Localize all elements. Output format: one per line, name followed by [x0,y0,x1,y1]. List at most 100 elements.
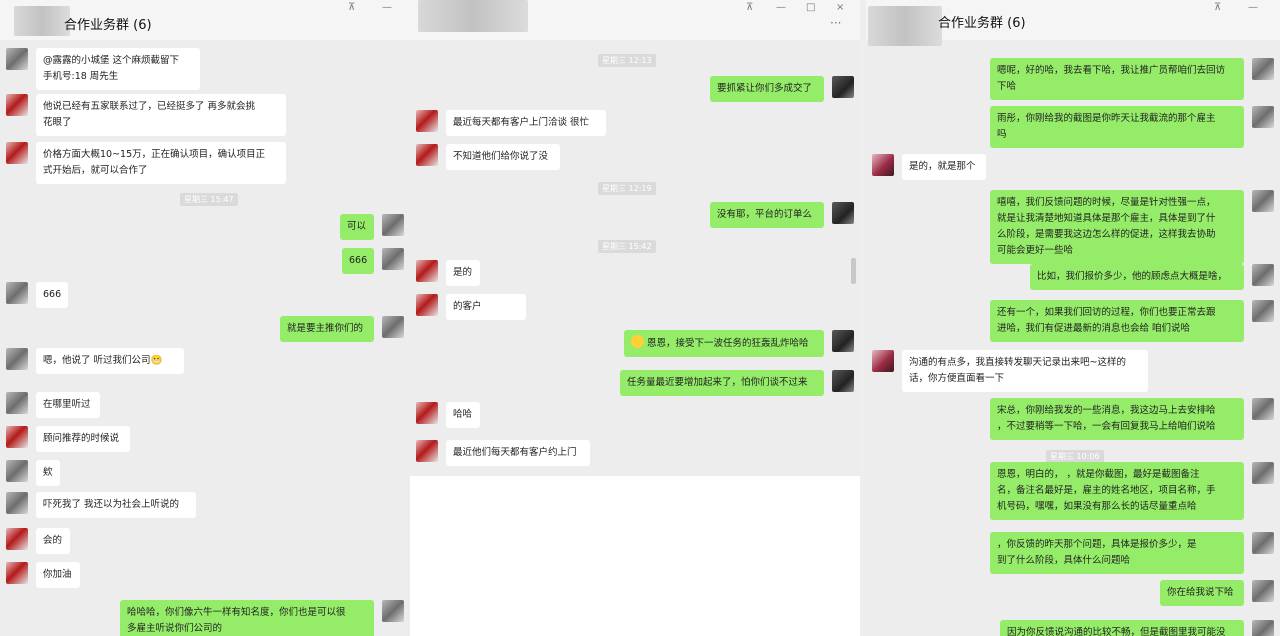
avatar[interactable] [6,282,28,304]
avatar[interactable] [416,260,438,282]
chat-title: 合作业务群 (6) [64,18,152,33]
message-bubble[interactable]: 要抓紧让你们多成交了 [710,76,824,102]
message-bubble[interactable]: 恩恩，接受下一波任务的狂轰乱炸哈哈 [624,330,824,357]
chat-title: 合作业务群 (6) [938,16,1026,31]
avatar[interactable] [6,492,28,514]
message-bubble[interactable]: 你在给我说下哈 [1160,580,1244,606]
message-bubble[interactable]: 因为你反馈说沟通的比较不畅，但是截图里我可能没 [1000,620,1244,636]
avatar[interactable] [1252,264,1274,286]
message-bubble[interactable]: 666 [342,248,374,274]
avatar[interactable] [1252,190,1274,212]
avatar[interactable] [382,248,404,270]
avatar[interactable] [1252,58,1274,80]
more-icon[interactable]: ··· [830,16,841,30]
minimize-icon[interactable]: — [382,2,392,13]
avatar[interactable] [1252,106,1274,128]
maximize-icon[interactable]: □ [806,2,815,13]
message-bubble[interactable]: 沟通的有点多，我直接转发聊天记录出来吧~这样的 话，你方便直面看一下 [902,350,1148,392]
chat-window-right: 合作业务群 (6) ⊼ — 星期三 10:06 嗯呢，好的哈，我去看下哈，我让推广… [866,0,1280,636]
message-bubble[interactable]: @露露的小城堡 这个麻烦截留下 手机号:18 周先生 [36,48,200,90]
avatar[interactable] [832,330,854,352]
avatar[interactable] [6,392,28,414]
timestamp: 星期三 15:47 [180,193,238,206]
avatar[interactable] [1252,580,1274,602]
blank-area [410,476,860,636]
avatar[interactable] [872,350,894,372]
message-bubble[interactable]: 嗯呢，好的哈，我去看下哈，我让推广员帮咱们去回访 下哈 [990,58,1244,100]
message-bubble[interactable]: 可以 [340,214,374,240]
title-bar: 合作业务群 (6) ⊼ — [0,0,410,40]
minimize-icon[interactable]: — [776,2,786,13]
pin-icon[interactable]: ⊼ [746,2,753,13]
message-bubble[interactable]: 会的 [36,528,70,554]
message-bubble[interactable]: 666 [36,282,68,308]
avatar[interactable] [872,154,894,176]
avatar[interactable] [832,76,854,98]
title-bar: 合作业务群 (6) ⊼ — [866,0,1280,46]
group-avatar-blurred [14,6,70,36]
message-bubble[interactable]: 价格方面大概10~15万，正在确认项目，确认项目正 式开始后，就可以合作了 [36,142,286,184]
avatar[interactable] [1252,532,1274,554]
avatar[interactable] [1252,620,1274,636]
minimize-icon[interactable]: — [1248,2,1258,13]
message-bubble[interactable]: 嗯，他说了 听过我们公司😬 [36,348,184,374]
timestamp: 星期三 12:19 [598,182,656,195]
message-bubble[interactable]: 哈哈 [446,402,480,428]
avatar[interactable] [382,214,404,236]
avatar[interactable] [416,144,438,166]
message-bubble[interactable]: ，你反馈的昨天那个问题，具体是报价多少，是 到了什么阶段，具体什么问题哈 [990,532,1244,574]
message-bubble[interactable]: 他说已经有五家联系过了，已经挺多了 再多就会挑 花眼了 [36,94,286,136]
message-bubble[interactable]: 是的 [446,260,480,286]
message-list[interactable]: 星期三 15:47 @露露的小城堡 这个麻烦截留下 手机号:18 周先生 他说已经有… [0,40,410,636]
avatar[interactable] [416,402,438,424]
message-bubble[interactable]: 雨彤，你刚给我的截图是你昨天让我截流的那个雇主 吗 [990,106,1244,148]
message-bubble[interactable]: 没有耶，平台的订单么 [710,202,824,228]
avatar[interactable] [832,202,854,224]
message-text: 恩恩，接受下一波任务的狂轰乱炸哈哈 [647,338,809,349]
message-bubble[interactable]: 你加油 [36,562,80,588]
scrollbar[interactable] [851,258,856,284]
message-bubble[interactable]: 最近他们每天都有客户约上门 [446,440,590,466]
message-bubble[interactable]: 任务量最近要增加起来了，怕你们谈不过来 [620,370,824,396]
message-bubble[interactable]: 的客户 [446,294,526,320]
avatar[interactable] [6,562,28,584]
chat-title-blurred [418,0,528,32]
avatar[interactable] [6,426,28,448]
message-bubble[interactable]: 是的，就是那个 [902,154,986,180]
message-bubble[interactable]: 不知道他们给你说了没 [446,144,560,170]
message-bubble[interactable]: 比如，我们报价多少，他的顾虑点大概是啥， [1030,264,1244,290]
avatar[interactable] [416,440,438,462]
avatar[interactable] [416,110,438,132]
avatar[interactable] [6,48,28,70]
timestamp: 星期三 15:42 [598,240,656,253]
avatar[interactable] [382,316,404,338]
message-bubble[interactable]: 哈哈哈，你们像六牛一样有知名度，你们也是可以很 多雇主听说你们公司的 [120,600,374,636]
message-bubble[interactable]: 宋总，你刚给我发的一些消息，我这边马上去安排哈 ，不过要稍等一下哈，一会有回复我… [990,398,1244,440]
close-icon[interactable]: × [836,2,844,13]
avatar[interactable] [6,460,28,482]
message-bubble[interactable]: 最近每天都有客户上门洽谈 很忙 [446,110,606,136]
avatar[interactable] [382,600,404,622]
avatar[interactable] [6,94,28,116]
avatar[interactable] [416,294,438,316]
avatar[interactable] [6,142,28,164]
avatar[interactable] [6,528,28,550]
avatar[interactable] [832,370,854,392]
pin-icon[interactable]: ⊼ [1214,2,1221,13]
message-bubble[interactable]: 吓死我了 我还以为社会上听说的 [36,492,196,518]
chat-window-middle: ⊼ — □ × ··· 星期三 12:13 星期三 12:19 星期三 15:42 要… [410,0,860,636]
message-bubble[interactable]: 嘻嘻，我们反馈问题的时候，尽量是针对性强一点， 就是让我清楚地知道具体是那个雇主… [990,190,1244,264]
message-bubble[interactable]: 还有一个，如果我们回访的过程，你们也要正常去跟 进哈，我们有促进最新的消息也会给… [990,300,1244,342]
message-bubble[interactable]: 在哪里听过 [36,392,100,418]
pin-icon[interactable]: ⊼ [348,2,355,13]
message-bubble[interactable]: 恩恩，明白的， ，就是你截图，最好是截图备注 名，备注名最好是，雇主的姓名地区，… [990,462,1244,520]
avatar[interactable] [1252,398,1274,420]
message-bubble[interactable]: 欸 [36,460,60,486]
message-bubble[interactable]: 顾问推荐的时候说 [36,426,130,452]
message-bubble[interactable]: 就是要主推你们的 [280,316,374,342]
avatar[interactable] [6,348,28,370]
avatar[interactable] [1252,300,1274,322]
message-list[interactable]: 星期三 10:06 嗯呢，好的哈，我去看下哈，我让推广员帮咱们去回访 下哈 雨彤，你… [866,40,1280,636]
title-bar: ⊼ — □ × ··· [410,0,860,40]
avatar[interactable] [1252,462,1274,484]
